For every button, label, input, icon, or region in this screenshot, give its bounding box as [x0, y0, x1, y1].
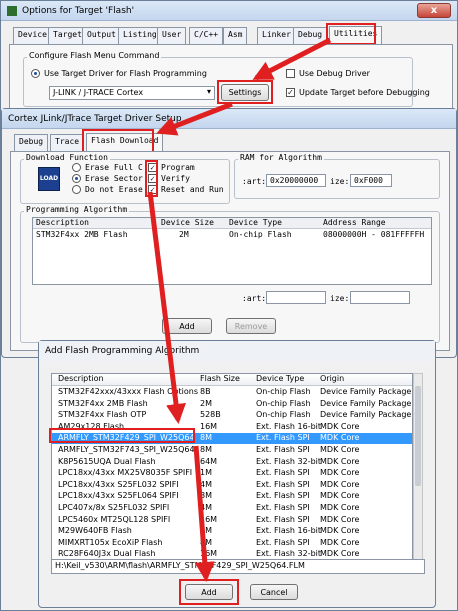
arrow-utilities-to-settings: [252, 37, 332, 81]
arrow-settings-to-flash-download: [156, 101, 233, 136]
annotation-arrows: [147, 37, 332, 582]
arrow-to-add-button: [193, 445, 215, 582]
arrow-to-add-dialog: [147, 191, 186, 424]
